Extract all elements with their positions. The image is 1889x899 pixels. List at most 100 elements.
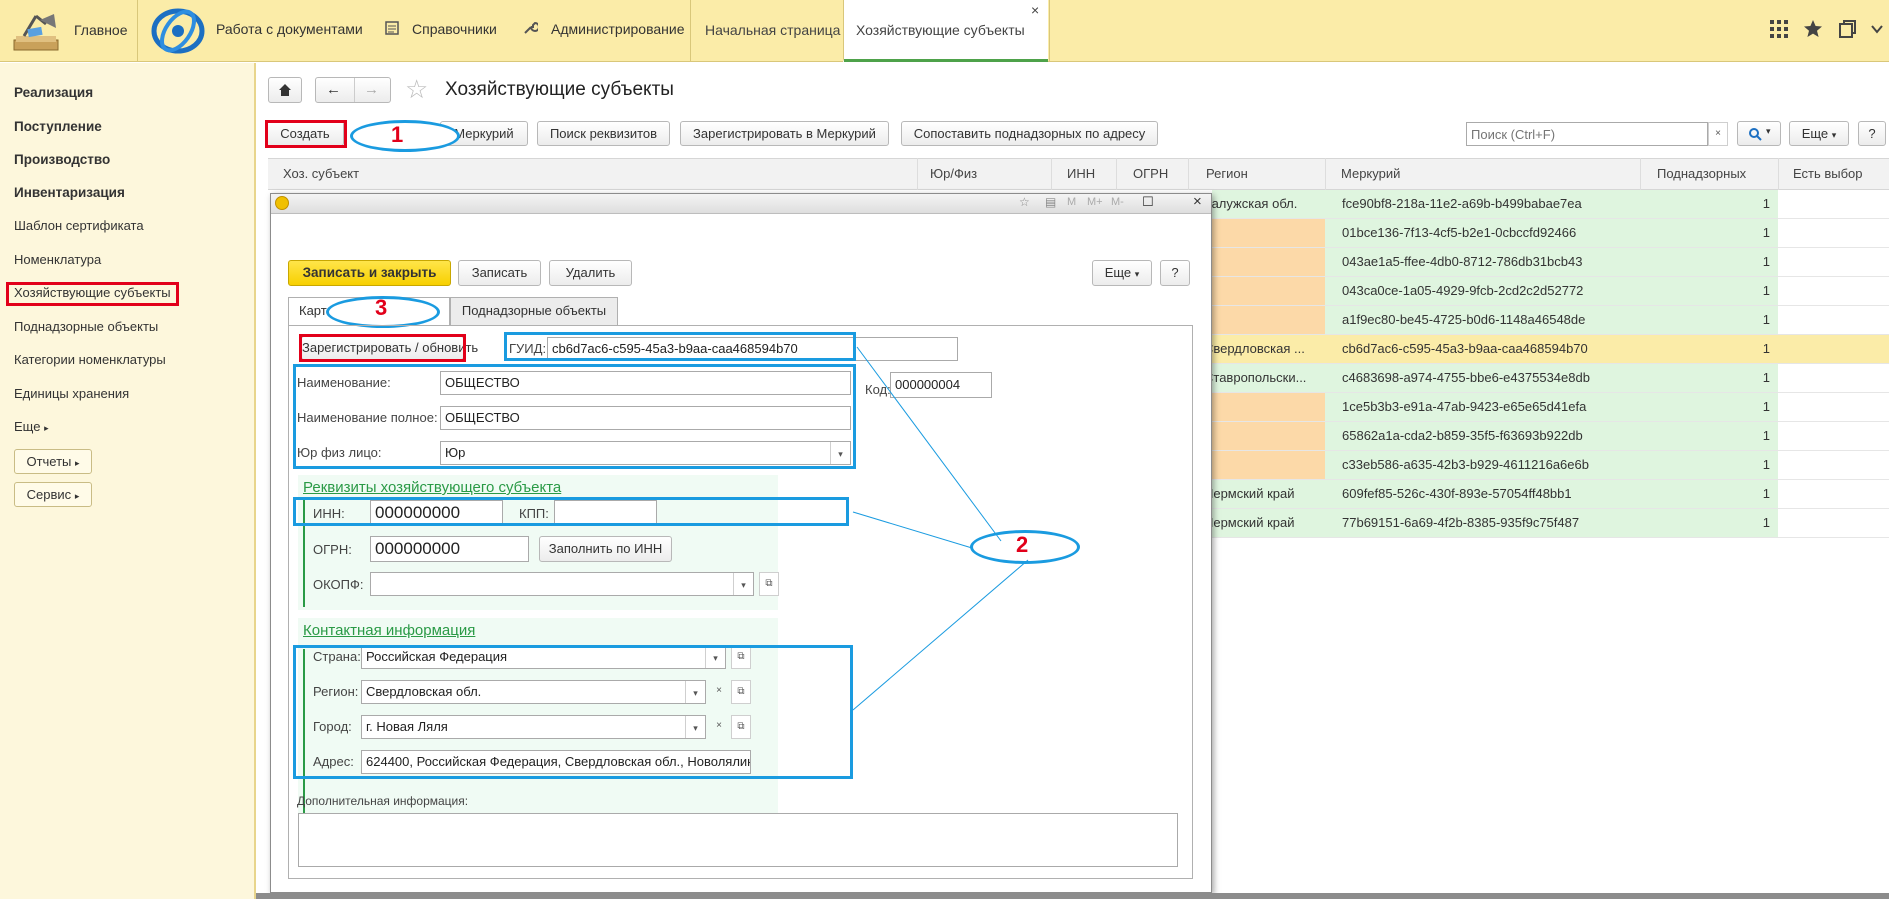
save-and-close-label: Записать и закрыть <box>302 265 437 280</box>
delete-button[interactable]: Удалить <box>549 260 632 286</box>
chevron-down-icon: ▾ <box>1766 126 1771 136</box>
more-label: Еще <box>1801 126 1829 141</box>
window-icon[interactable] <box>1836 18 1858 40</box>
search-button[interactable]: ▾ <box>1737 121 1781 146</box>
open-icon[interactable]: ⧉ <box>759 572 779 596</box>
column-inn[interactable]: ИНН <box>1067 158 1095 190</box>
column-ogrn[interactable]: ОГРН <box>1133 158 1168 190</box>
reports-label: Отчеты <box>26 454 72 469</box>
clear-search-icon[interactable]: × <box>1708 122 1728 146</box>
save-button[interactable]: Записать <box>458 260 541 286</box>
top-bar: Главное Работа с документами Справочники… <box>0 0 1889 62</box>
row-region: Калужская обл. <box>1204 196 1298 211</box>
home-button[interactable] <box>268 77 302 103</box>
requisites-section-title[interactable]: Реквизиты хозяйствующего субъекта <box>303 479 561 496</box>
column-legal-type[interactable]: Юр/Физ <box>930 158 977 190</box>
extra-info-field[interactable] <box>298 813 1178 867</box>
tab-business-entities[interactable]: Хозяйствующие субъекты × <box>843 0 1048 62</box>
sidebar-item-inventory[interactable]: Инвентаризация <box>14 185 125 200</box>
sidebar-item-nomenclature-categories[interactable]: Категории номенклатуры <box>14 352 166 367</box>
star-outline-icon[interactable]: ☆ <box>1019 195 1030 209</box>
list-rows: Калужская обл. fce90bf8-218a-11e2-a69b-b… <box>1204 190 1889 542</box>
dropdown-arrow-icon[interactable] <box>1866 18 1888 40</box>
ogrn-label: ОГРН: <box>313 542 352 557</box>
tab-supervised-objects[interactable]: Поднадзорные объекты <box>450 297 618 326</box>
dialog-more-button[interactable]: Еще ▾ <box>1092 260 1152 286</box>
row-mercury-id: 043ae1a5-ffee-4db0-8712-786db31bcb43 <box>1342 254 1583 269</box>
sidebar-item-sales[interactable]: Реализация <box>14 85 93 100</box>
maximize-icon[interactable]: ☐ <box>1142 194 1154 210</box>
match-supervised-button[interactable]: Сопоставить поднадзорных по адресу <box>901 121 1158 146</box>
ogrn-field[interactable]: 000000000 <box>370 536 529 562</box>
reports-button[interactable]: Отчеты ▸ <box>14 449 92 474</box>
save-label: Записать <box>471 265 528 280</box>
row-count: 1 <box>1762 428 1770 443</box>
close-tab-icon[interactable]: × <box>1031 2 1039 18</box>
close-dialog-icon[interactable]: × <box>1193 193 1202 210</box>
sidebar-item-certificate-template[interactable]: Шаблон сертификата <box>14 218 144 233</box>
favorite-star-icon[interactable]: ☆ <box>405 74 428 105</box>
sidebar-item-nomenclature[interactable]: Номенклатура <box>14 252 101 267</box>
row-region: Свердловская ... <box>1204 341 1305 356</box>
row-mercury-id: c4683698-a974-4755-bbe6-e4375534e8db <box>1342 370 1590 385</box>
row-mercury-id: fce90bf8-218a-11e2-a69b-b499babae7ea <box>1342 196 1582 211</box>
sidebar-item-receipts[interactable]: Поступление <box>14 119 102 134</box>
code-field[interactable]: 000000004 <box>890 372 992 398</box>
nav-documents[interactable]: Работа с документами <box>216 21 363 37</box>
sidebar-item-more[interactable]: Еще ▸ <box>14 419 49 434</box>
row-count: 1 <box>1762 312 1770 327</box>
row-count: 1 <box>1762 399 1770 414</box>
column-region[interactable]: Регион <box>1206 158 1248 190</box>
column-mercury[interactable]: Меркурий <box>1341 158 1400 190</box>
okopf-select[interactable]: ▾ <box>370 572 754 596</box>
fill-by-inn-button[interactable]: Заполнить по ИНН <box>539 536 672 562</box>
wrench-icon <box>524 21 538 34</box>
search-requisites-button[interactable]: Поиск реквизитов <box>537 121 670 146</box>
calendar-icon[interactable]: ▤ <box>1045 195 1056 209</box>
register-mercury-label: Зарегистрировать в Меркурий <box>693 126 876 141</box>
memory-button[interactable]: M <box>1067 196 1076 208</box>
grid-menu-icon[interactable] <box>1768 18 1790 40</box>
annotation-highlight-create <box>265 120 347 148</box>
contact-section-title[interactable]: Контактная информация <box>303 622 475 639</box>
nav-administration[interactable]: Администрирование <box>551 21 685 37</box>
service-button[interactable]: Сервис ▸ <box>14 482 92 507</box>
search-icon <box>1749 128 1762 141</box>
dialog-help-button[interactable]: ? <box>1160 260 1190 286</box>
tab-home-page[interactable]: Начальная страница <box>690 0 842 62</box>
app-logo-icon <box>151 8 205 54</box>
annotation-box-names <box>293 364 856 469</box>
tab-business-entities-label: Хозяйствующие субъекты <box>856 22 1025 38</box>
bottom-edge <box>256 893 1889 899</box>
dialog-more-label: Еще <box>1104 265 1132 280</box>
tab-supervised-objects-label: Поднадзорные объекты <box>461 303 607 318</box>
chevron-down-icon[interactable]: ▾ <box>733 573 753 595</box>
desk-lamp-icon <box>13 14 59 51</box>
save-and-close-button[interactable]: Записать и закрыть <box>288 260 451 286</box>
okopf-label: ОКОПФ: <box>313 577 364 592</box>
row-region: Пермский край <box>1204 486 1295 501</box>
column-has-choice[interactable]: Есть выбор <box>1793 158 1863 190</box>
memory-plus-button[interactable]: M+ <box>1087 196 1103 208</box>
sidebar-item-business-entities[interactable]: Хозяйствующие субъекты <box>14 285 171 300</box>
forward-arrow-icon[interactable]: → <box>364 81 379 98</box>
row-mercury-id: 77b69151-6a69-4f2b-8385-935f9c75f487 <box>1342 515 1580 530</box>
sidebar-item-production[interactable]: Производство <box>14 152 110 167</box>
search-input[interactable] <box>1466 122 1708 146</box>
annotation-box-contacts <box>293 645 853 779</box>
row-count: 1 <box>1762 196 1770 211</box>
row-mercury-id: 1ce5b3b3-e91a-47ab-9423-e65e65d41efa <box>1342 399 1587 414</box>
column-supervised-count[interactable]: Поднадзорных <box>1657 158 1746 190</box>
more-button[interactable]: Еще ▾ <box>1789 121 1849 146</box>
back-arrow-icon[interactable]: ← <box>326 81 341 98</box>
sidebar-item-storage-units[interactable]: Единицы хранения <box>14 386 129 401</box>
annotation-highlight-register <box>299 334 466 362</box>
memory-minus-button[interactable]: M- <box>1111 196 1124 208</box>
sidebar-item-supervised-objects[interactable]: Поднадзорные объекты <box>14 319 158 334</box>
star-icon[interactable] <box>1802 18 1824 40</box>
register-mercury-button[interactable]: Зарегистрировать в Меркурий <box>680 121 889 146</box>
main-section-button[interactable]: Главное <box>0 0 138 62</box>
column-entity[interactable]: Хоз. субъект <box>283 158 359 190</box>
nav-references[interactable]: Справочники <box>412 21 497 37</box>
help-button[interactable]: ? <box>1858 121 1886 146</box>
